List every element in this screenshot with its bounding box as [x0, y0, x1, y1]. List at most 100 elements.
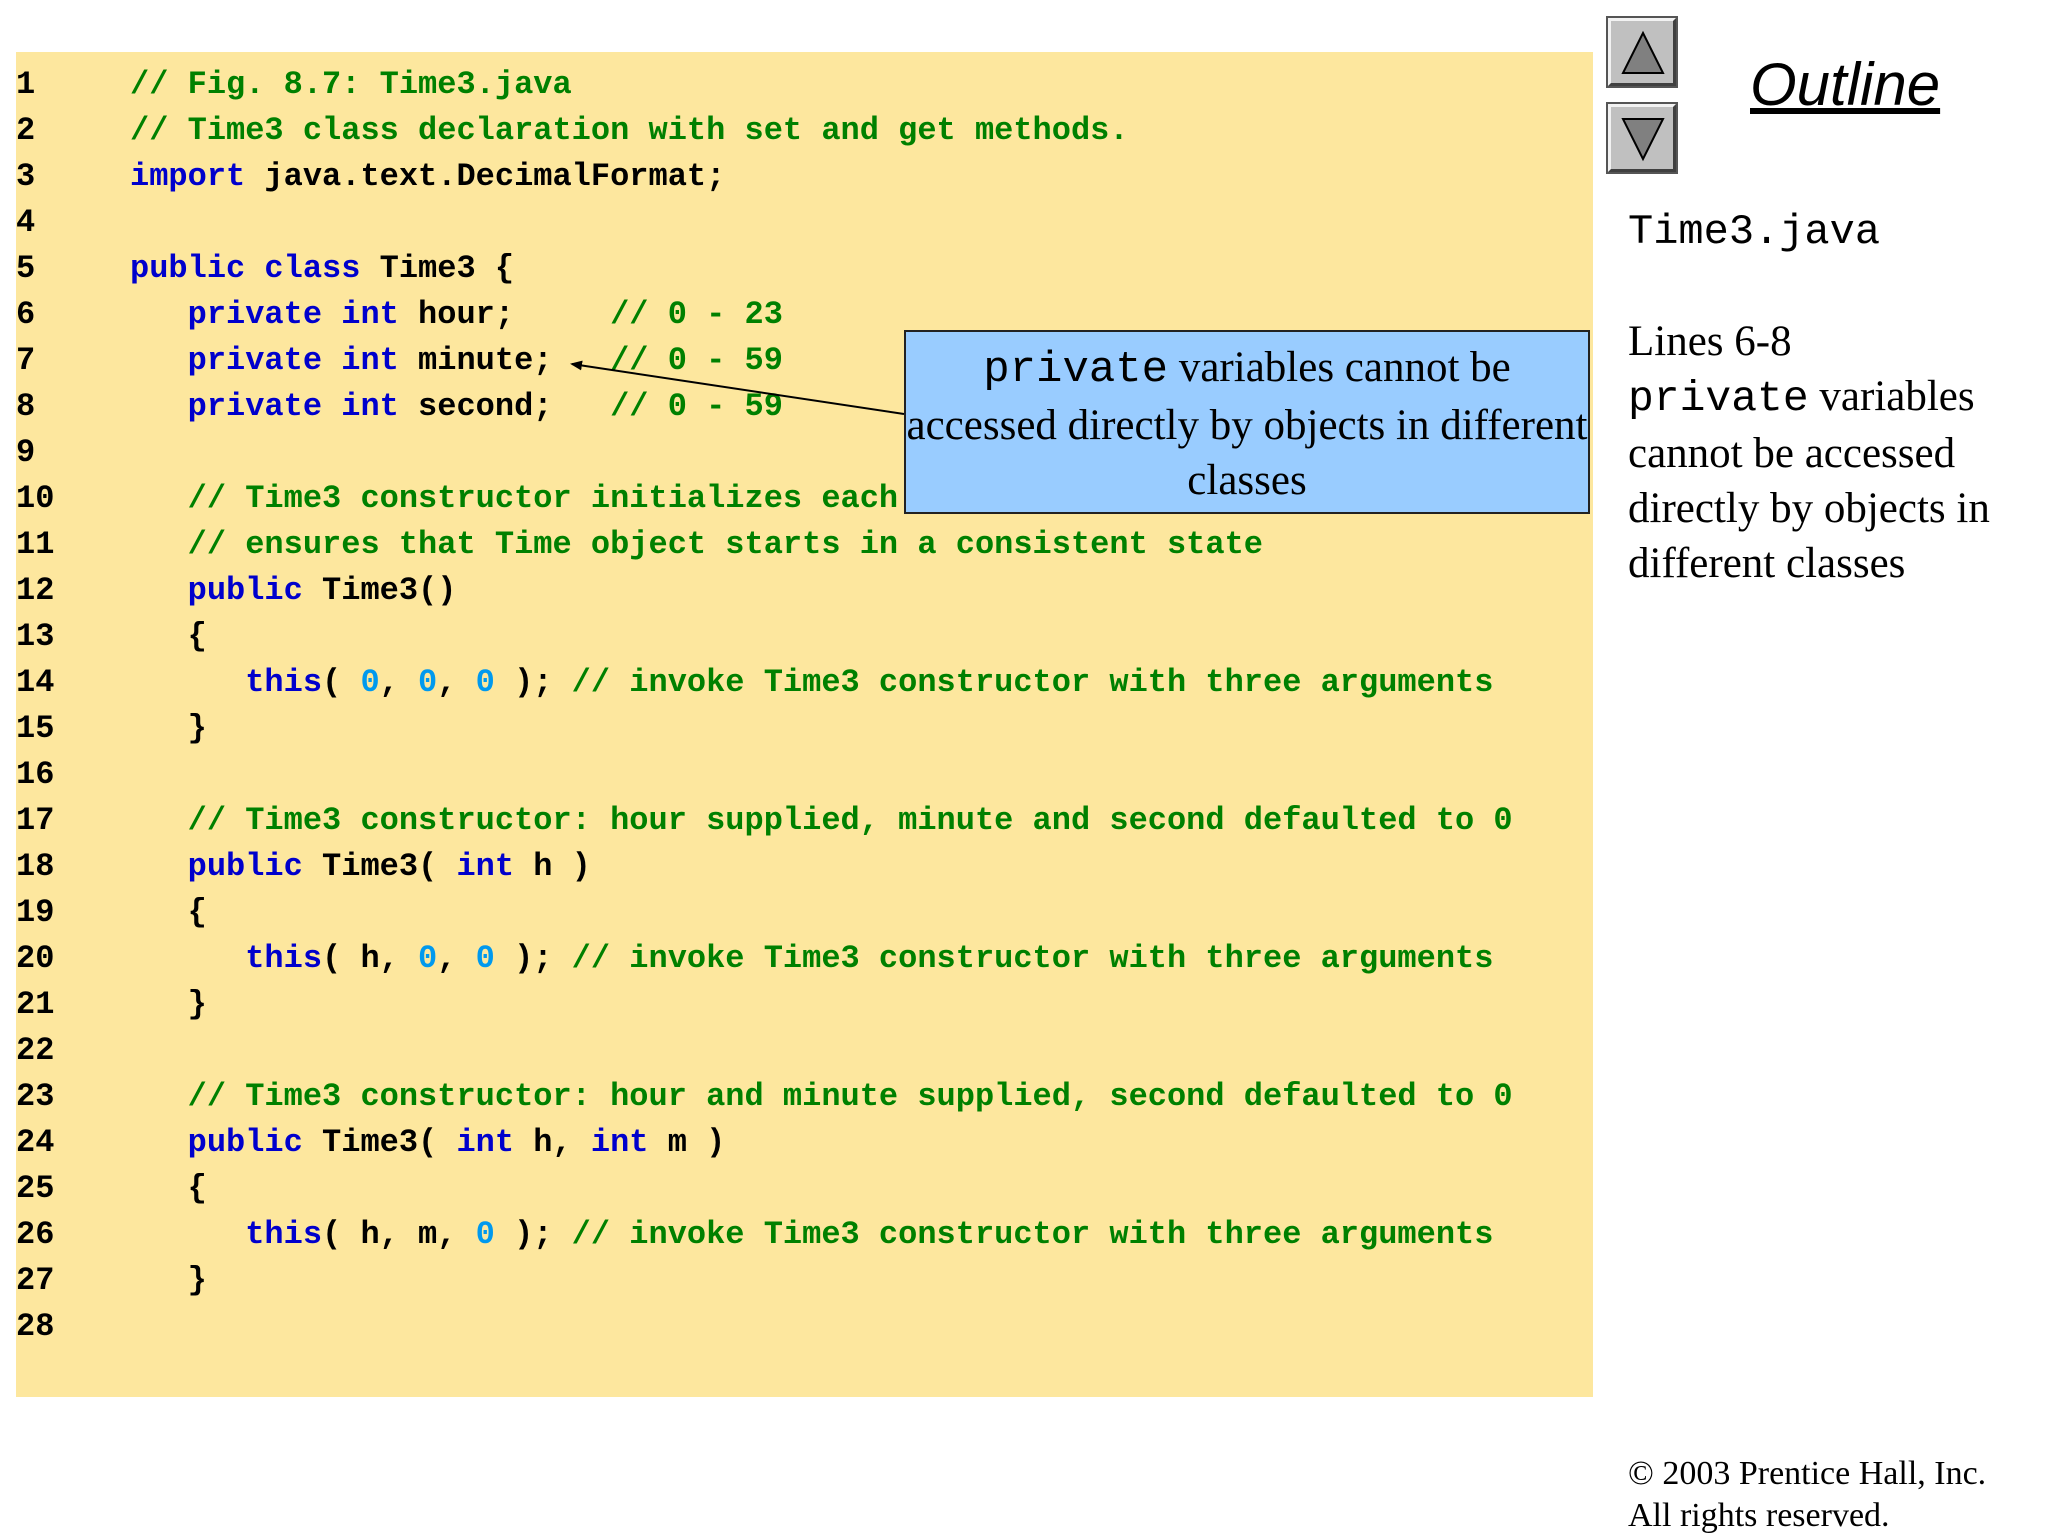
triangle-down-icon	[1621, 118, 1665, 162]
code-token: }	[130, 986, 207, 1023]
code-token: private int	[187, 296, 399, 333]
code-line: 15 }	[16, 706, 1593, 752]
code-text: this( h, 0, 0 ); // invoke Time3 constru…	[130, 936, 1493, 982]
line-number: 10	[16, 480, 55, 517]
line-number: 27	[16, 1262, 55, 1299]
code-token: Time3(	[302, 848, 457, 885]
callout-box: private variables cannot be accessed dir…	[904, 330, 1590, 514]
code-line: 14 this( 0, 0, 0 ); // invoke Time3 cons…	[16, 660, 1593, 706]
code-token: public	[187, 572, 303, 609]
code-token: // Time3 class declaration with set and …	[130, 112, 1129, 149]
next-slide-button[interactable]	[1606, 102, 1678, 174]
line-number: 19	[16, 894, 55, 931]
code-line: 21 }	[16, 982, 1593, 1028]
line-number: 21	[16, 986, 55, 1023]
copyright-line-2: All rights reserved.	[1628, 1497, 1890, 1534]
code-line: 13 {	[16, 614, 1593, 660]
code-token: ( h, m,	[322, 1216, 476, 1253]
code-token: // Fig. 8.7: Time3.java	[130, 66, 572, 103]
code-text: // Fig. 8.7: Time3.java	[130, 62, 572, 108]
code-token: public	[187, 1124, 303, 1161]
code-text: // Time3 constructor: hour and minute su…	[130, 1074, 1513, 1120]
code-token: (	[322, 664, 361, 701]
code-text: }	[130, 706, 207, 752]
code-token: h,	[514, 1124, 591, 1161]
code-token: int	[456, 848, 515, 885]
outline-note-body: private variables cannot be accessed dir…	[1628, 369, 2038, 591]
code-line: 18 public Time3( int h )	[16, 844, 1593, 890]
code-token: m )	[648, 1124, 726, 1161]
code-token: }	[130, 1262, 207, 1299]
outline-note: Lines 6-8 private variables cannot be ac…	[1628, 314, 2038, 591]
outline-title[interactable]: Outline	[1750, 50, 1940, 119]
code-text: {	[130, 1166, 207, 1212]
line-number: 26	[16, 1216, 55, 1253]
code-token: // ensures that Time object starts in a …	[187, 526, 1263, 563]
code-token: // Time3 constructor: hour and minute su…	[187, 1078, 1513, 1115]
line-number: 18	[16, 848, 55, 885]
line-number: 25	[16, 1170, 55, 1207]
code-token: ( h,	[322, 940, 419, 977]
code-token: 0	[475, 1216, 495, 1253]
code-text: // Time3 constructor: hour supplied, min…	[130, 798, 1513, 844]
outline-note-lines: Lines 6-8	[1628, 318, 1792, 365]
line-number: 24	[16, 1124, 55, 1161]
triangle-up-icon	[1621, 30, 1665, 74]
code-token: import	[130, 158, 246, 195]
code-line: 17 // Time3 constructor: hour supplied, …	[16, 798, 1593, 844]
line-number: 6	[16, 296, 36, 333]
code-line: 20 this( h, 0, 0 ); // invoke Time3 cons…	[16, 936, 1593, 982]
code-token: // Time3 constructor: hour supplied, min…	[187, 802, 1513, 839]
code-line: 11 // ensures that Time object starts in…	[16, 522, 1593, 568]
line-number: 7	[16, 342, 36, 379]
code-line: 1 // Fig. 8.7: Time3.java	[16, 62, 1593, 108]
code-line: 16	[16, 752, 1593, 798]
code-token: {	[130, 618, 207, 655]
code-token: h )	[514, 848, 591, 885]
code-line: 25 {	[16, 1166, 1593, 1212]
line-number: 9	[16, 434, 36, 471]
line-number: 22	[16, 1032, 55, 1069]
code-token: // 0 - 59	[610, 388, 783, 425]
code-line: 23 // Time3 constructor: hour and minute…	[16, 1074, 1593, 1120]
code-text: this( 0, 0, 0 ); // invoke Time3 constru…	[130, 660, 1493, 706]
code-text: private int hour; // 0 - 23	[130, 292, 783, 338]
code-token: this	[245, 664, 323, 701]
code-token: Time3(	[302, 1124, 457, 1161]
code-line: 26 this( h, m, 0 ); // invoke Time3 cons…	[16, 1212, 1593, 1258]
code-token: this	[245, 1216, 323, 1253]
line-number: 28	[16, 1308, 55, 1345]
code-token: ,	[379, 664, 419, 701]
line-number: 13	[16, 618, 55, 655]
code-text: public Time3( int h, int m )	[130, 1120, 726, 1166]
previous-slide-button[interactable]	[1606, 16, 1678, 88]
code-line: 28	[16, 1304, 1593, 1350]
line-number: 11	[16, 526, 55, 563]
code-text: {	[130, 614, 207, 660]
code-text: }	[130, 1258, 207, 1304]
line-number: 8	[16, 388, 36, 425]
code-token: );	[494, 664, 572, 701]
code-line: 19 {	[16, 890, 1593, 936]
code-text: public Time3( int h )	[130, 844, 591, 890]
line-number: 23	[16, 1078, 55, 1115]
code-token: minute;	[398, 342, 611, 379]
code-line: 27 }	[16, 1258, 1593, 1304]
line-number: 14	[16, 664, 55, 701]
code-token: // 0 - 23	[610, 296, 783, 333]
code-token: {	[130, 894, 207, 931]
code-line: 2 // Time3 class declaration with set and…	[16, 108, 1593, 154]
line-number: 3	[16, 158, 36, 195]
line-number: 17	[16, 802, 55, 839]
code-text: // Time3 class declaration with set and …	[130, 108, 1129, 154]
code-token: Time3 {	[360, 250, 515, 287]
line-number: 4	[16, 204, 36, 241]
code-text: // Time3 constructor initializes each	[130, 476, 899, 522]
